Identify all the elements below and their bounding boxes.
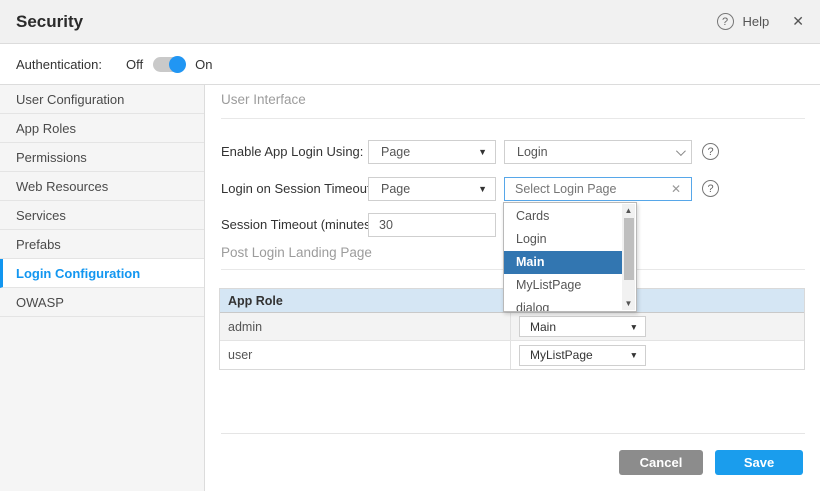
cancel-button[interactable]: Cancel <box>619 450 703 475</box>
chevron-down-icon <box>676 146 686 156</box>
sidebar-item-services[interactable]: Services <box>0 201 204 230</box>
scroll-up-icon[interactable]: ▲ <box>622 204 635 217</box>
page-title: Security <box>16 12 83 32</box>
timeout-login-type-value: Page <box>381 182 410 196</box>
sidebar-item-login-configuration[interactable]: Login Configuration <box>0 259 204 288</box>
select-login-page-input[interactable] <box>504 177 692 201</box>
admin-landing-page-value: Main <box>530 320 556 334</box>
scrollbar-thumb[interactable] <box>624 218 634 280</box>
role-cell: admin <box>220 313 511 340</box>
close-icon[interactable]: ✕ <box>792 13 804 30</box>
session-timeout-minutes-label: Session Timeout (minutes): <box>221 213 379 237</box>
sidebar: User Configuration App Roles Permissions… <box>0 85 205 491</box>
help-icon[interactable]: ? <box>702 143 719 160</box>
sidebar-item-permissions[interactable]: Permissions <box>0 143 204 172</box>
enable-login-type-select[interactable]: Page ▼ <box>368 140 496 164</box>
security-dialog: Security ? Help ✕ Authentication: Off On… <box>0 0 820 491</box>
authentication-label: Authentication: <box>16 57 102 72</box>
table-row: admin Main ▼ <box>220 313 804 341</box>
enable-login-type-value: Page <box>381 145 410 159</box>
scroll-down-icon[interactable]: ▼ <box>622 297 635 310</box>
dropdown-option-cards[interactable]: Cards <box>504 205 622 228</box>
login-page-dropdown: Cards Login Main MyListPage dialog ▲ ▼ <box>503 202 637 312</box>
help-icon[interactable]: ? <box>717 13 734 30</box>
role-cell: user <box>220 341 511 369</box>
help-link[interactable]: Help <box>743 14 770 29</box>
toggle-knob <box>169 56 186 73</box>
chevron-down-icon: ▼ <box>478 147 487 157</box>
sidebar-item-owasp[interactable]: OWASP <box>0 288 204 317</box>
sidebar-item-web-resources[interactable]: Web Resources <box>0 172 204 201</box>
enable-login-page-value: Login <box>517 145 548 159</box>
save-button[interactable]: Save <box>715 450 803 475</box>
dropdown-option-main[interactable]: Main <box>504 251 622 274</box>
chevron-down-icon: ▼ <box>630 350 638 360</box>
admin-landing-page-select[interactable]: Main ▼ <box>519 316 646 337</box>
toggle-off-label: Off <box>126 57 143 72</box>
section-post-login: Post Login Landing Page <box>221 245 372 260</box>
authentication-toggle[interactable] <box>153 57 185 72</box>
divider <box>221 118 805 119</box>
timeout-login-type-select[interactable]: Page ▼ <box>368 177 496 201</box>
table-row: user MyListPage ▼ <box>220 341 804 369</box>
main-panel: User Interface Enable App Login Using: P… <box>205 85 820 491</box>
enable-login-page-combo[interactable]: Login <box>504 140 692 164</box>
dropdown-scrollbar[interactable]: ▲ ▼ <box>622 204 635 310</box>
dropdown-option-dialog[interactable]: dialog <box>504 297 622 312</box>
user-landing-page-select[interactable]: MyListPage ▼ <box>519 345 646 366</box>
chevron-down-icon: ▼ <box>478 184 487 194</box>
login-session-timeout-label: Login on Session Timeout: <box>221 177 374 201</box>
session-timeout-input[interactable] <box>368 213 496 237</box>
enable-app-login-label: Enable App Login Using: <box>221 140 363 164</box>
sidebar-item-prefabs[interactable]: Prefabs <box>0 230 204 259</box>
sidebar-item-app-roles[interactable]: App Roles <box>0 114 204 143</box>
toggle-on-label: On <box>195 57 212 72</box>
help-icon[interactable]: ? <box>702 180 719 197</box>
sidebar-item-user-configuration[interactable]: User Configuration <box>0 85 204 114</box>
title-bar: Security ? Help ✕ <box>0 0 820 44</box>
dropdown-option-login[interactable]: Login <box>504 228 622 251</box>
user-landing-page-value: MyListPage <box>530 348 593 362</box>
footer-divider <box>221 433 805 434</box>
section-user-interface: User Interface <box>221 92 306 107</box>
chevron-down-icon: ▼ <box>630 322 638 332</box>
dropdown-option-mylistpage[interactable]: MyListPage <box>504 274 622 297</box>
authentication-row: Authentication: Off On <box>0 44 820 85</box>
clear-icon[interactable]: ✕ <box>671 182 681 196</box>
